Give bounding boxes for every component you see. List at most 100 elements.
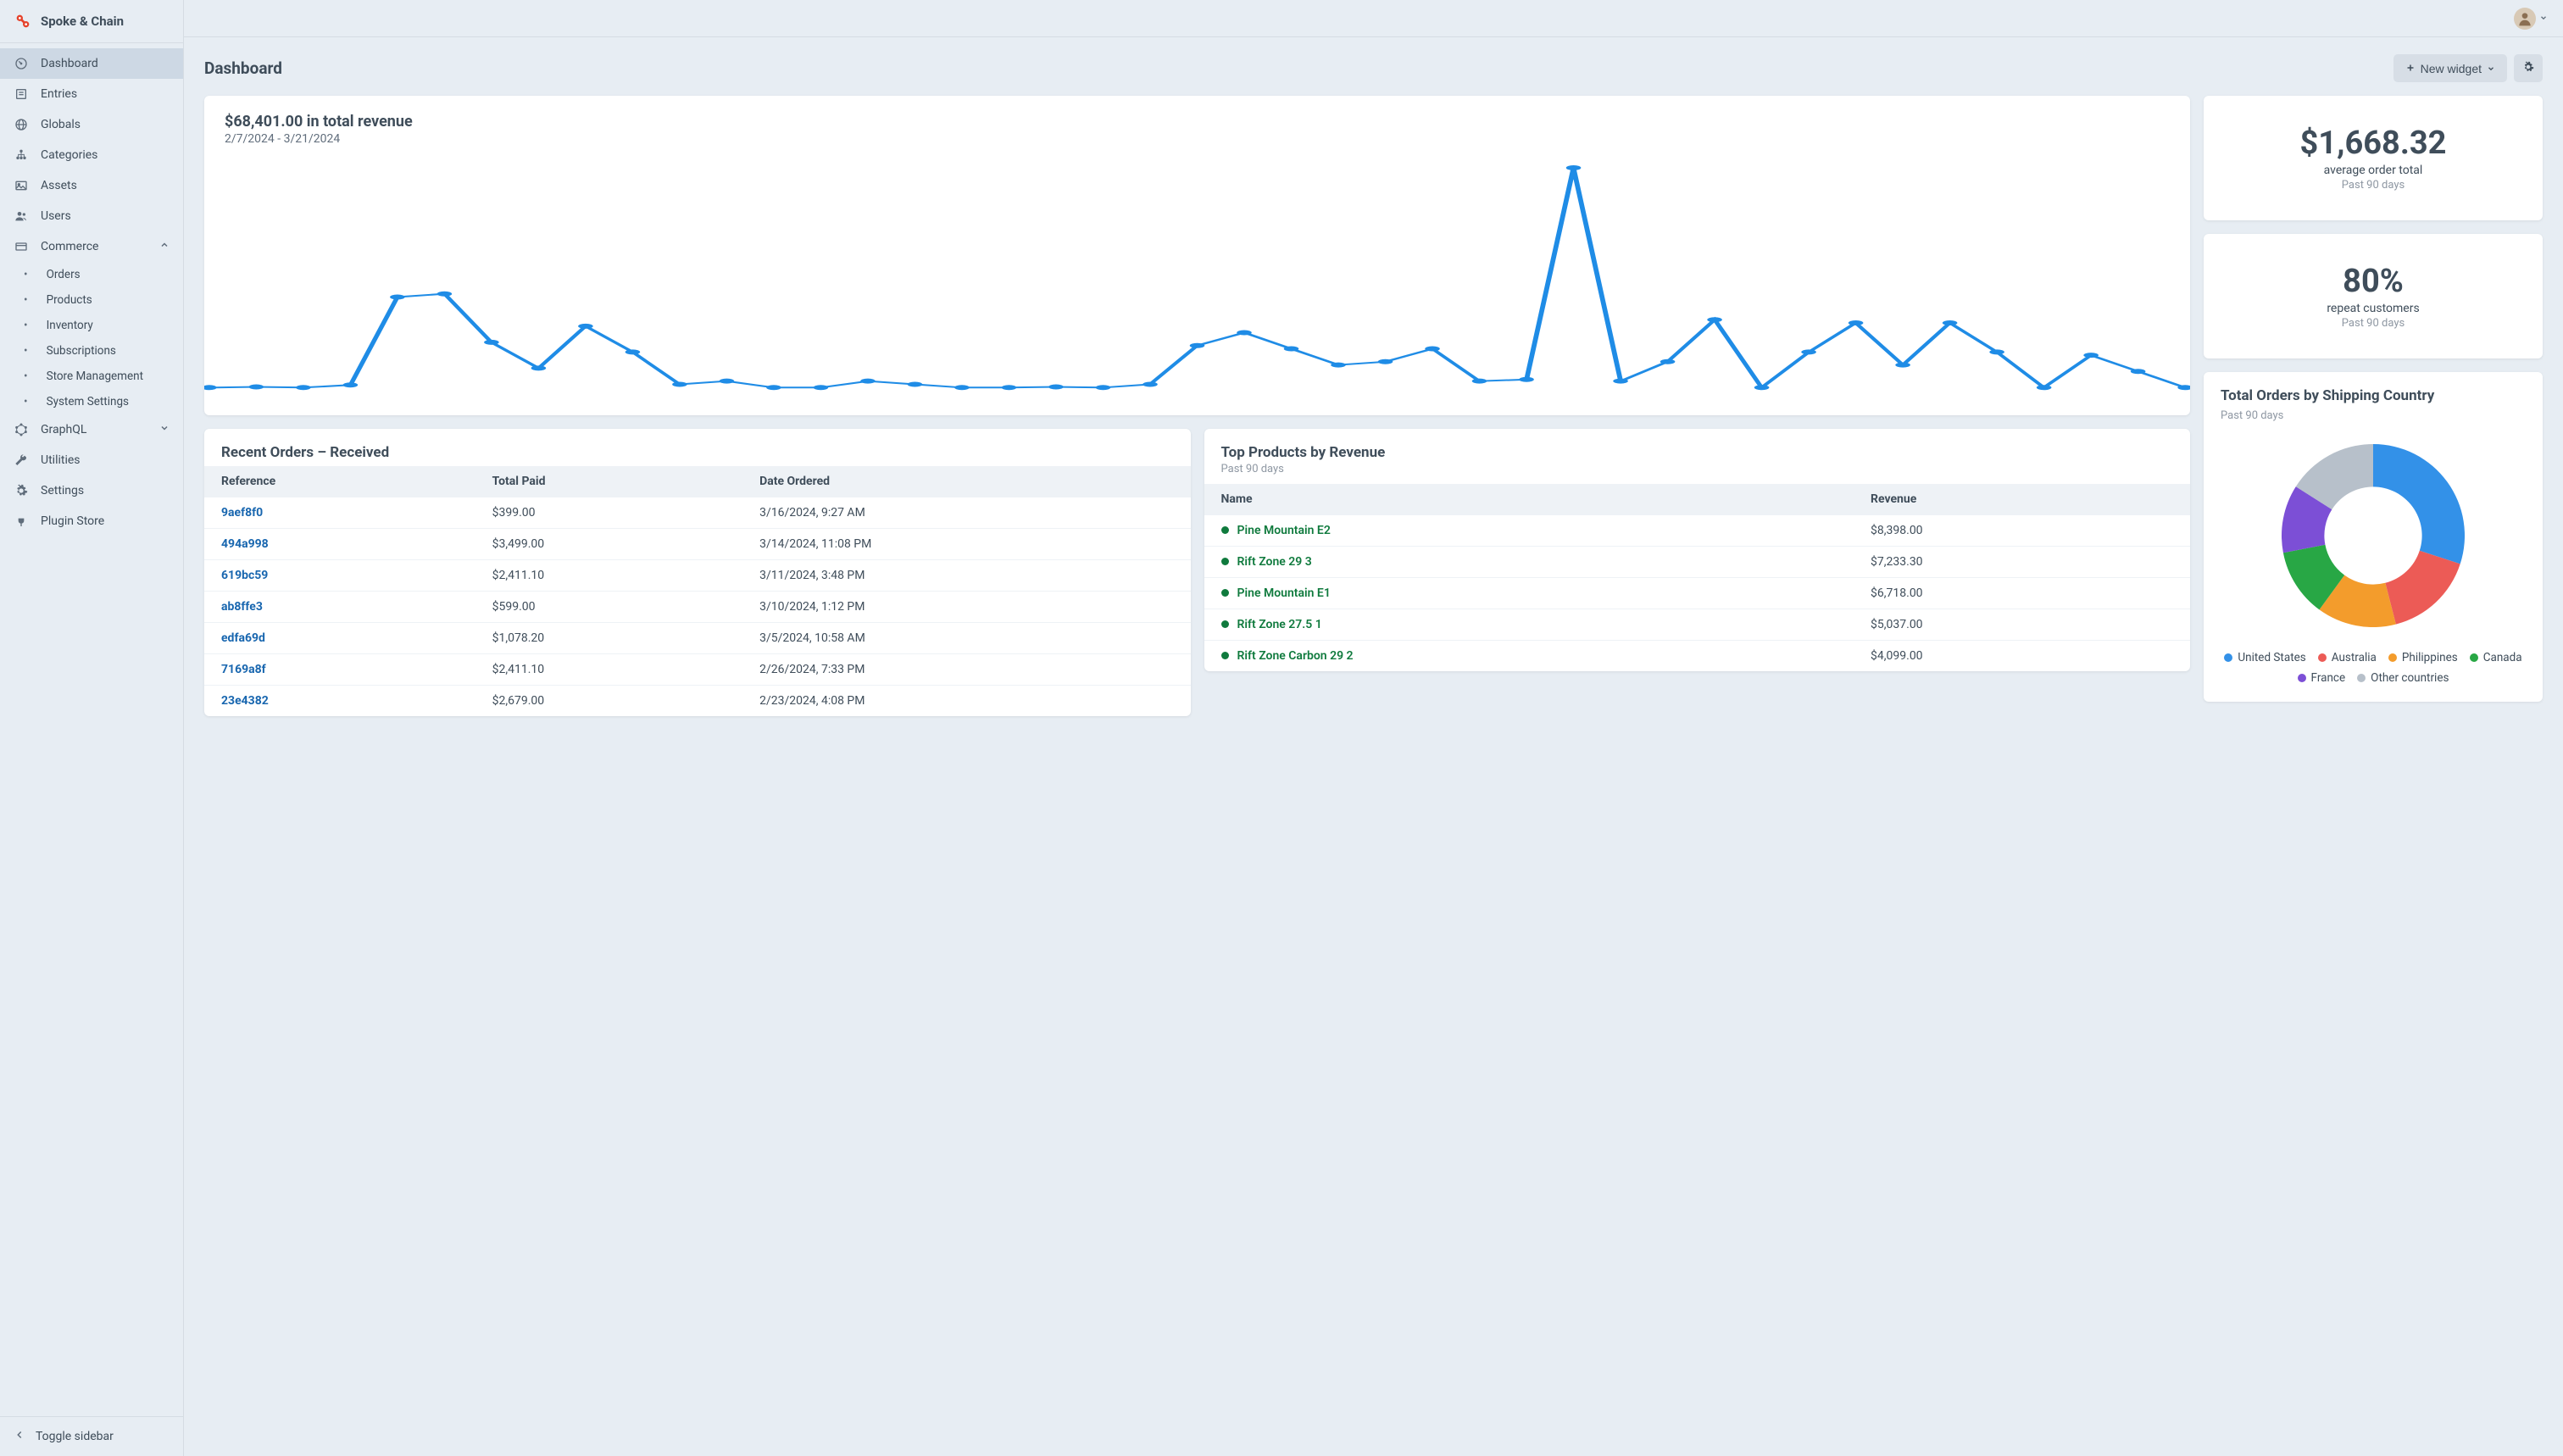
legend-item: Australia — [2318, 651, 2377, 664]
order-total: $3,499.00 — [475, 529, 742, 560]
sidebar-item-utilities[interactable]: Utilities — [0, 445, 183, 475]
brand-name: Spoke & Chain — [41, 14, 124, 29]
new-widget-button[interactable]: New widget — [2393, 54, 2507, 82]
sidebar-subitem-store-management[interactable]: Store Management — [0, 364, 183, 389]
sidebar-item-label: Categories — [41, 148, 170, 162]
sidebar-item-settings[interactable]: Settings — [0, 475, 183, 506]
order-total: $399.00 — [475, 497, 742, 529]
sidebar-subitem-orders[interactable]: Orders — [0, 262, 183, 287]
graphql-icon — [14, 422, 29, 437]
legend-label: France — [2311, 671, 2346, 685]
order-reference-link[interactable]: edfa69d — [221, 631, 265, 645]
table-header: Total Paid — [475, 466, 742, 497]
order-date: 3/5/2024, 10:58 AM — [742, 623, 1190, 654]
country-legend: United States Australia Philippines Canada F… — [2204, 646, 2543, 702]
table-row: 9aef8f0$399.003/16/2024, 9:27 AM — [204, 497, 1191, 529]
legend-label: United States — [2238, 651, 2305, 664]
gauge-icon — [14, 56, 29, 71]
order-reference-link[interactable]: 23e4382 — [221, 694, 269, 708]
sidebar-subitem-subscriptions[interactable]: Subscriptions — [0, 338, 183, 364]
table-header: Reference — [204, 466, 475, 497]
table-header: Name — [1204, 484, 1854, 515]
product-link[interactable]: Rift Zone Carbon 29 2 — [1237, 649, 1354, 663]
order-total: $2,411.10 — [475, 560, 742, 592]
table-row: Rift Zone 27.5 1$5,037.00 — [1204, 609, 2191, 641]
table-row: Pine Mountain E2 $8,398.00 — [1204, 515, 2191, 547]
sidebar-item-plugin-store[interactable]: Plugin Store — [0, 506, 183, 536]
sidebar-item-label: Globals — [41, 118, 170, 131]
entries-icon — [14, 86, 29, 102]
legend-item: Canada — [2470, 651, 2522, 664]
order-reference-link[interactable]: 7169a8f — [221, 663, 266, 676]
sidebar-item-graphql[interactable]: GraphQL — [0, 414, 183, 445]
user-avatar[interactable] — [2514, 8, 2536, 30]
revenue-title: $68,401.00 in total revenue — [225, 113, 2170, 131]
sidebar-item-label: Assets — [41, 179, 170, 192]
sidebar-item-users[interactable]: Users — [0, 201, 183, 231]
page-header: Dashboard New widget — [204, 54, 2543, 82]
order-date: 2/26/2024, 7:33 PM — [742, 654, 1190, 686]
revenue-card: $68,401.00 in total revenue 2/7/2024 - 3… — [204, 96, 2190, 415]
product-revenue: $8,398.00 — [1854, 515, 2190, 547]
order-reference-link[interactable]: 9aef8f0 — [221, 506, 263, 520]
sidebar-subitem-inventory[interactable]: Inventory — [0, 313, 183, 338]
chevron-down-icon — [2487, 62, 2495, 75]
order-reference-link[interactable]: 619bc59 — [221, 569, 268, 582]
chevron-down-icon — [159, 423, 170, 436]
page-title: Dashboard — [204, 58, 282, 78]
sidebar-item-entries[interactable]: Entries — [0, 79, 183, 109]
sidebar-subitem-system-settings[interactable]: System Settings — [0, 389, 183, 414]
legend-label: Philippines — [2402, 651, 2458, 664]
topbar — [184, 0, 2563, 37]
legend-swatch-icon — [2224, 653, 2232, 662]
orders-by-country-card: Total Orders by Shipping Country Past 90… — [2204, 372, 2543, 702]
wrench-icon — [14, 453, 29, 468]
order-total: $2,679.00 — [475, 686, 742, 717]
tree-icon — [14, 147, 29, 163]
sidebar-item-label: Entries — [41, 87, 170, 101]
legend-swatch-icon — [2298, 674, 2306, 682]
legend-label: Other countries — [2371, 671, 2449, 685]
top-products-title: Top Products by Revenue — [1204, 429, 2191, 463]
sidebar-item-dashboard[interactable]: Dashboard — [0, 48, 183, 79]
toggle-sidebar[interactable]: Toggle sidebar — [0, 1416, 183, 1456]
status-dot-icon — [1221, 620, 1229, 628]
order-date: 3/10/2024, 1:12 PM — [742, 592, 1190, 623]
table-header: Date Ordered — [742, 466, 1190, 497]
product-revenue: $7,233.30 — [1854, 547, 2190, 578]
dashboard-settings-button[interactable] — [2514, 54, 2543, 82]
repeat-label: repeat customers — [2221, 302, 2526, 315]
plug-icon — [14, 514, 29, 529]
product-revenue: $4,099.00 — [1854, 641, 2190, 672]
content: Dashboard New widget $68,401.00 — [184, 37, 2563, 1456]
sidebar-subitem-products[interactable]: Products — [0, 287, 183, 313]
repeat-sub: Past 90 days — [2221, 317, 2526, 330]
product-link[interactable]: Pine Mountain E1 — [1237, 586, 1331, 600]
right-column: $1,668.32 average order total Past 90 da… — [2204, 96, 2543, 702]
sidebar-item-globals[interactable]: Globals — [0, 109, 183, 140]
order-reference-link[interactable]: 494a998 — [221, 537, 269, 551]
user-menu-caret-icon[interactable] — [2539, 12, 2548, 25]
table-row: 619bc59$2,411.103/11/2024, 3:48 PM — [204, 560, 1191, 592]
product-revenue: $6,718.00 — [1854, 578, 2190, 609]
avg-order-sub: Past 90 days — [2221, 179, 2526, 192]
sidebar-subitem-label: Products — [47, 293, 92, 307]
sidebar-item-label: Users — [41, 209, 170, 223]
sidebar-item-assets[interactable]: Assets — [0, 170, 183, 201]
repeat-value: 80% — [2221, 263, 2526, 300]
product-link[interactable]: Rift Zone 29 3 — [1237, 555, 1312, 569]
sidebar-item-label: Settings — [41, 484, 170, 497]
table-row: Rift Zone Carbon 29 2 $4,099.00 — [1204, 641, 2191, 672]
sidebar-item-categories[interactable]: Categories — [0, 140, 183, 170]
sidebar-item-label: Plugin Store — [41, 514, 170, 528]
order-total: $2,411.10 — [475, 654, 742, 686]
table-header: Revenue — [1854, 484, 2190, 515]
sidebar-item-commerce[interactable]: Commerce — [0, 231, 183, 262]
order-reference-link[interactable]: ab8ffe3 — [221, 600, 263, 614]
main: Dashboard New widget $68,401.00 — [184, 0, 2563, 1456]
sidebar-subitem-label: System Settings — [47, 395, 129, 408]
sidebar-item-label: GraphQL — [41, 423, 147, 436]
repeat-customers-card: 80% repeat customers Past 90 days — [2204, 234, 2543, 358]
product-link[interactable]: Pine Mountain E2 — [1237, 524, 1331, 537]
product-link[interactable]: Rift Zone 27.5 1 — [1237, 618, 1322, 631]
